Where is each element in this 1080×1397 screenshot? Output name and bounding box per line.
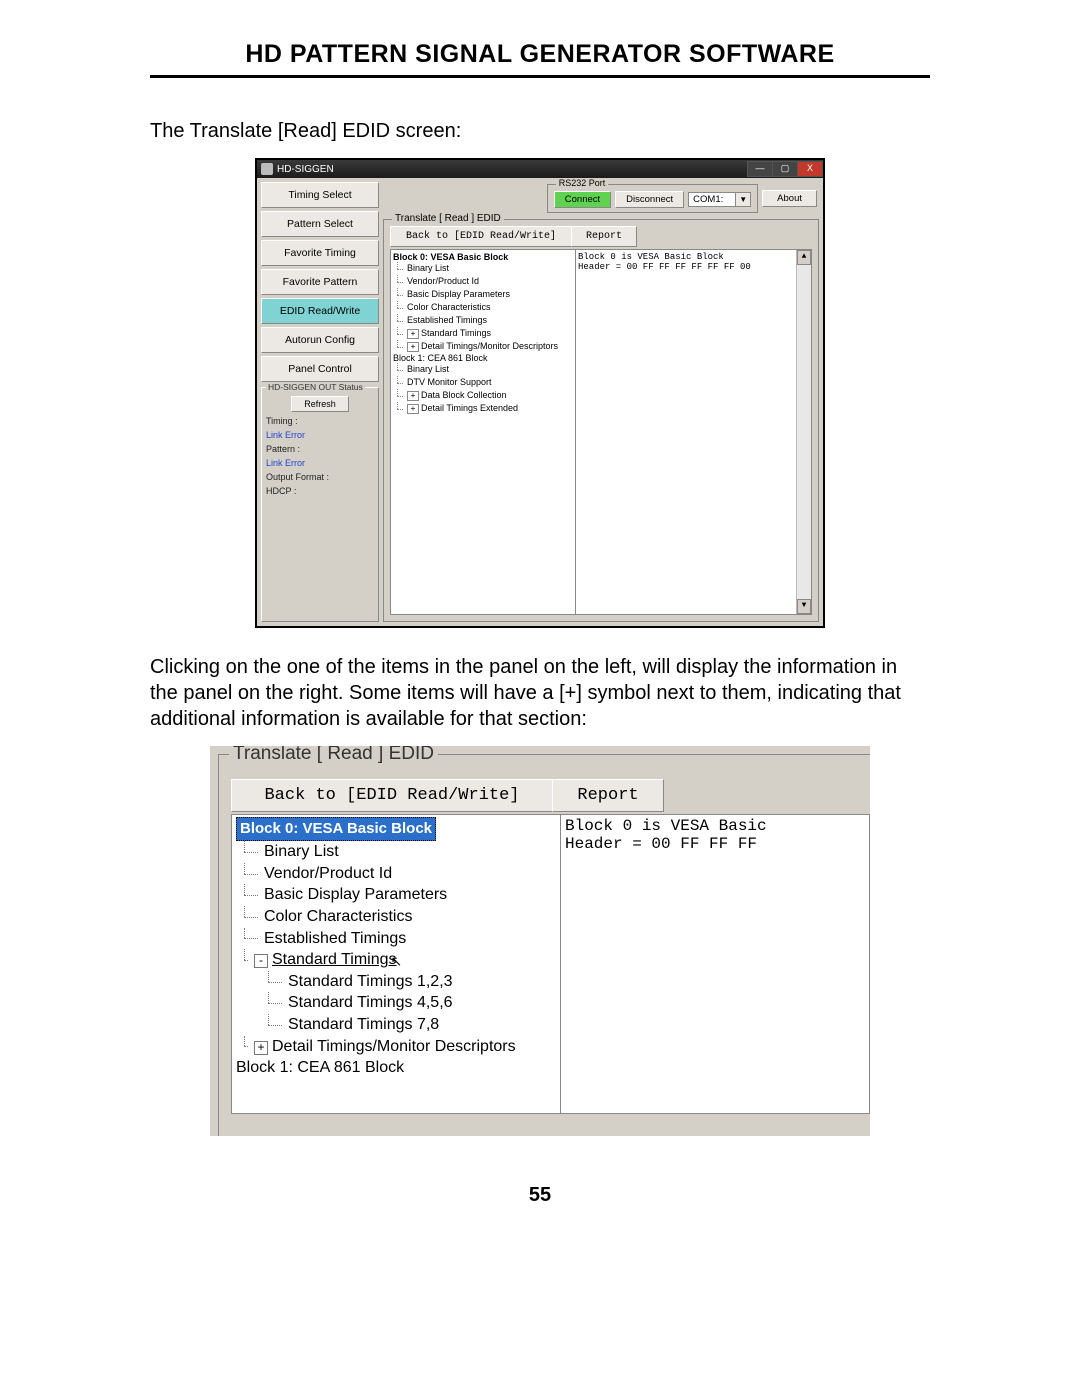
info-line: Header = 00 FF FF FF FF FF FF 00 (578, 262, 809, 272)
tree-item-expandable[interactable]: +Detail Timings Extended (393, 402, 573, 415)
sidebar: Timing Select Pattern Select Favorite Ti… (261, 182, 379, 622)
tree-block0-selected[interactable]: Block 0: VESA Basic Block (236, 817, 436, 841)
disconnect-button[interactable]: Disconnect (615, 191, 684, 208)
back-to-edid-button[interactable]: Back to [EDID Read/Write] (231, 779, 553, 812)
tree-item[interactable]: Binary List (393, 363, 573, 376)
sidebar-item-favorite-pattern[interactable]: Favorite Pattern (261, 269, 379, 295)
tree-item-expandable[interactable]: +Standard Timings (393, 327, 573, 340)
edid-tree-panel[interactable]: Block 0: VESA Basic Block Binary List Ve… (390, 249, 576, 615)
edid-info-panel[interactable]: Block 0 is VESA Basic Header = 00 FF FF … (560, 814, 870, 1114)
connect-button[interactable]: Connect (554, 191, 611, 208)
tree-item[interactable]: Standard Timings 4,5,6 (236, 992, 556, 1014)
tree-item[interactable]: Standard Timings 7,8 (236, 1014, 556, 1036)
sidebar-item-favorite-timing[interactable]: Favorite Timing (261, 240, 379, 266)
info-line: Block 0 is VESA Basic Block (578, 252, 809, 262)
out-status-title: HD-SIGGEN OUT Status (266, 382, 365, 392)
scroll-down-icon[interactable]: ▼ (797, 599, 811, 614)
tree-block1[interactable]: Block 1: CEA 861 Block (393, 353, 573, 363)
back-to-edid-button[interactable]: Back to [EDID Read/Write] (390, 226, 572, 247)
translate-edid-zoom: Translate [ Read ] EDID Back to [EDID Re… (210, 746, 870, 1136)
translate-edid-title: Translate [ Read ] EDID (392, 213, 504, 224)
sidebar-item-panel-control[interactable]: Panel Control (261, 356, 379, 382)
status-pattern-value: Link Error (266, 458, 374, 468)
tree-item[interactable]: Vendor/Product Id (393, 275, 573, 288)
edid-tree-panel[interactable]: Block 0: VESA Basic Block Binary List Ve… (231, 814, 561, 1114)
window-title: HD-SIGGEN (277, 164, 334, 175)
status-pattern-label: Pattern : (266, 444, 374, 454)
translate-edid-group: Translate [ Read ] EDID Back to [EDID Re… (383, 219, 819, 622)
expand-icon[interactable]: + (407, 391, 419, 401)
collapse-icon[interactable]: - (254, 954, 268, 968)
expand-icon[interactable]: + (407, 329, 419, 339)
out-status-group: HD-SIGGEN OUT Status Refresh Timing : Li… (261, 387, 379, 622)
tree-item[interactable]: Binary List (393, 262, 573, 275)
edid-info-panel[interactable]: Block 0 is VESA Basic Block Header = 00 … (575, 249, 812, 615)
status-timing-label: Timing : (266, 416, 374, 426)
tree-item[interactable]: Binary List (236, 841, 556, 863)
com-port-value: COM1: (688, 192, 736, 207)
tree-item-expandable[interactable]: +Data Block Collection (393, 389, 573, 402)
tree-item[interactable]: Color Characteristics (393, 301, 573, 314)
body-paragraph: Clicking on the one of the items in the … (150, 654, 930, 732)
tree-item-standard-timings[interactable]: -Standard Timings↖ (236, 949, 556, 971)
status-hdcp-label: HDCP : (266, 486, 374, 496)
sidebar-item-timing-select[interactable]: Timing Select (261, 182, 379, 208)
intro-text: The Translate [Read] EDID screen: (150, 118, 930, 144)
report-button[interactable]: Report (571, 226, 637, 247)
page-number: 55 (0, 1184, 1080, 1207)
tree-item[interactable]: Established Timings (393, 314, 573, 327)
tree-item-expandable[interactable]: +Detail Timings/Monitor Descriptors (393, 340, 573, 353)
refresh-button[interactable]: Refresh (291, 396, 349, 412)
rs232-title: RS232 Port (556, 178, 609, 188)
rs232-group: RS232 Port Connect Disconnect COM1: ▼ (547, 184, 758, 213)
info-line: Header = 00 FF FF FF (565, 835, 865, 853)
tree-item[interactable]: Basic Display Parameters (393, 288, 573, 301)
tree-item[interactable]: DTV Monitor Support (393, 376, 573, 389)
expand-icon[interactable]: + (407, 404, 419, 414)
sidebar-item-autorun-config[interactable]: Autorun Config (261, 327, 379, 353)
chevron-down-icon[interactable]: ▼ (736, 192, 751, 207)
expand-icon[interactable]: + (407, 342, 419, 352)
tree-item[interactable]: Basic Display Parameters (236, 884, 556, 906)
tree-item[interactable]: Established Timings (236, 928, 556, 950)
vertical-scrollbar[interactable]: ▲ ▼ (796, 250, 811, 614)
expand-icon[interactable]: + (254, 1041, 268, 1055)
info-line: Block 0 is VESA Basic (565, 817, 865, 835)
status-output-format-label: Output Format : (266, 472, 374, 482)
com-port-select[interactable]: COM1: ▼ (688, 192, 751, 207)
app-icon (261, 163, 273, 175)
tree-block1[interactable]: Block 1: CEA 861 Block (236, 1057, 556, 1079)
about-button[interactable]: About (762, 190, 817, 207)
tree-item[interactable]: Color Characteristics (236, 906, 556, 928)
translate-edid-title: Translate [ Read ] EDID (229, 746, 438, 765)
tree-item-detail-timings[interactable]: +Detail Timings/Monitor Descriptors (236, 1036, 556, 1058)
tree-item[interactable]: Vendor/Product Id (236, 863, 556, 885)
report-button[interactable]: Report (552, 779, 664, 812)
status-timing-value: Link Error (266, 430, 374, 440)
window-minimize-button[interactable]: — (747, 161, 773, 177)
tree-item[interactable]: Standard Timings 1,2,3 (236, 971, 556, 993)
app-window: HD-SIGGEN — ▢ X Timing Select Pattern Se… (255, 158, 825, 628)
tree-block0[interactable]: Block 0: VESA Basic Block (393, 252, 573, 262)
window-titlebar[interactable]: HD-SIGGEN — ▢ X (257, 160, 823, 178)
cursor-icon: ↖ (391, 952, 403, 971)
main-area: RS232 Port Connect Disconnect COM1: ▼ Ab… (383, 182, 819, 622)
window-close-button[interactable]: X (797, 161, 823, 177)
sidebar-item-edid-read-write[interactable]: EDID Read/Write (261, 298, 379, 324)
window-maximize-button[interactable]: ▢ (772, 161, 798, 177)
scroll-up-icon[interactable]: ▲ (797, 250, 811, 265)
sidebar-item-pattern-select[interactable]: Pattern Select (261, 211, 379, 237)
page-title: HD PATTERN SIGNAL GENERATOR SOFTWARE (150, 40, 930, 78)
